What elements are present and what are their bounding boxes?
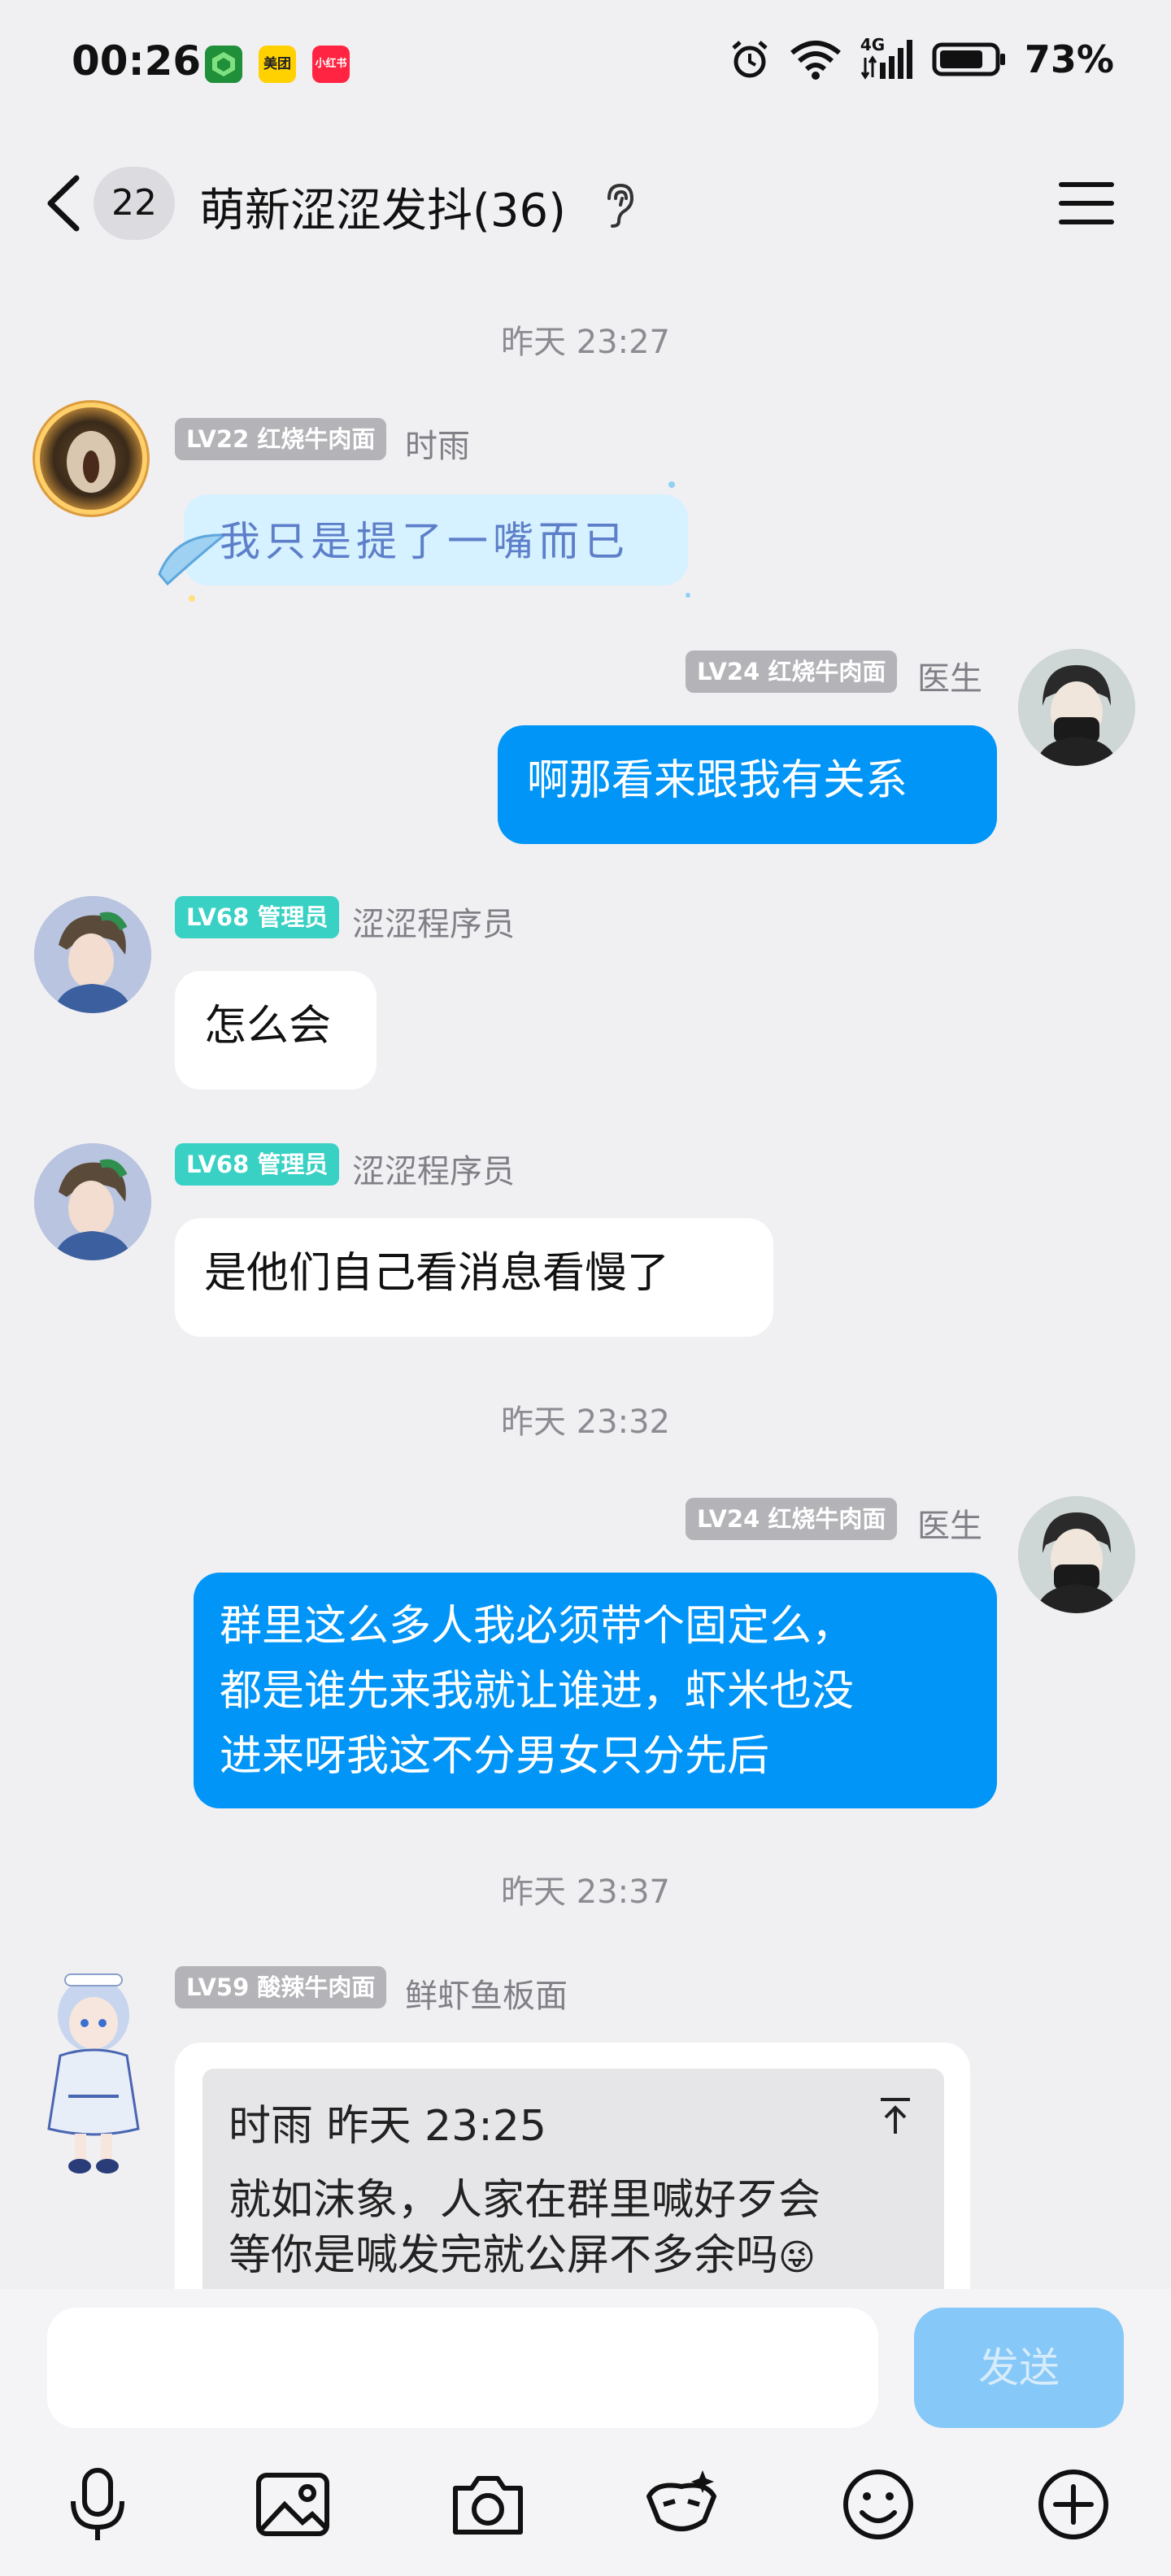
avatar[interactable] <box>33 1966 155 2179</box>
time-separator: 昨天 23:32 <box>501 1403 670 1441</box>
level-badge: LV22 红烧牛肉面 <box>175 418 387 460</box>
message-input[interactable] <box>47 2308 878 2428</box>
menu-icon[interactable] <box>1057 181 1116 226</box>
xiaohongshu-icon: 小红书 <box>312 46 350 83</box>
image-icon[interactable] <box>252 2464 333 2545</box>
admin-badge: LV68 管理员 <box>175 896 340 938</box>
battery-icon <box>932 42 1005 76</box>
message-line: 都是谁先来我就让谁进，虾米也没 <box>220 1667 855 1716</box>
sender-name[interactable]: 涩涩程序员 <box>352 898 515 945</box>
sticker-message[interactable]: 我只是提了一嘴而已 <box>151 476 704 607</box>
quote-line-row: 等你是喊发完就公屏不多余吗😜 <box>229 2228 928 2286</box>
plus-icon[interactable] <box>1033 2464 1114 2545</box>
sender-name[interactable]: 涩涩程序员 <box>352 1145 515 1192</box>
admin-badge: LV68 管理员 <box>175 1143 340 1186</box>
tongue-emoji-icon: 😜 <box>778 2237 816 2278</box>
quote-line: 等你是喊发完就公屏不多余吗 <box>229 2231 779 2280</box>
voice-icon[interactable] <box>57 2464 138 2545</box>
unread-count-badge[interactable]: 22 <box>94 167 175 240</box>
message-bubble[interactable]: 怎么会 <box>175 971 377 1090</box>
avatar[interactable] <box>1018 1496 1135 1613</box>
sender-name[interactable]: 鲜虾鱼板面 <box>405 1969 568 2017</box>
app-icon-green <box>205 46 242 83</box>
level-badge: LV59 酸辣牛肉面 <box>175 1966 387 2008</box>
status-time: 00:26 <box>72 37 202 85</box>
message-line: 群里这么多人我必须带个固定么， <box>220 1602 855 1651</box>
wifi-icon <box>790 41 841 80</box>
ear-icon[interactable] <box>598 181 638 229</box>
quote-header: 时雨 昨天 23:25 <box>229 2102 546 2151</box>
quote-text: 就如沫象，人家在群里喊好歹会 等你是喊发完就公屏不多余吗😜 <box>229 2173 928 2286</box>
group-title[interactable]: 萌新涩涩发抖(36) <box>199 174 566 240</box>
avatar[interactable] <box>34 1143 151 1260</box>
signal-icon: 4G <box>860 35 914 80</box>
meituan-icon: 美团 <box>259 46 296 83</box>
alarm-icon <box>732 41 768 78</box>
chat-screen: 00:26 美团 小红书 4G 73% 22 萌新涩涩发抖(36) 昨天 23:… <box>0 0 1171 2576</box>
send-button[interactable]: 发送 <box>914 2308 1124 2428</box>
camera-icon[interactable] <box>447 2464 529 2545</box>
avatar[interactable] <box>33 400 150 517</box>
time-separator: 昨天 23:37 <box>501 1873 670 1911</box>
level-badge: LV24 红烧牛肉面 <box>686 651 898 693</box>
message-bubble[interactable]: 群里这么多人我必须带个固定么， 都是谁先来我就让谁进，虾米也没 进来呀我这不分男… <box>194 1573 997 1808</box>
time-separator: 昨天 23:27 <box>501 324 670 361</box>
avatar[interactable] <box>1018 649 1135 766</box>
message-bubble[interactable]: 是他们自己看消息看慢了 <box>175 1218 773 1337</box>
sender-name[interactable]: 时雨 <box>405 420 470 467</box>
back-icon[interactable] <box>41 175 89 232</box>
battery-percent: 73% <box>1024 37 1114 81</box>
message-bubble[interactable]: 啊那看来跟我有关系 <box>498 725 997 844</box>
status-icons: 4G 73% <box>729 35 1114 81</box>
jump-to-original-icon[interactable] <box>877 2096 913 2137</box>
level-badge: LV24 红烧牛肉面 <box>686 1498 898 1540</box>
quote-line: 就如沫象，人家在群里喊好歹会 <box>229 2176 821 2225</box>
sticker-icon[interactable] <box>641 2464 722 2545</box>
sticker-text: 我只是提了一嘴而已 <box>220 518 629 565</box>
emoji-icon[interactable] <box>838 2464 919 2545</box>
message-line: 进来呀我这不分男女只分先后 <box>220 1732 770 1781</box>
sender-name[interactable]: 医生 <box>917 1499 982 1547</box>
sender-name[interactable]: 医生 <box>917 652 982 699</box>
avatar[interactable] <box>34 896 151 1013</box>
